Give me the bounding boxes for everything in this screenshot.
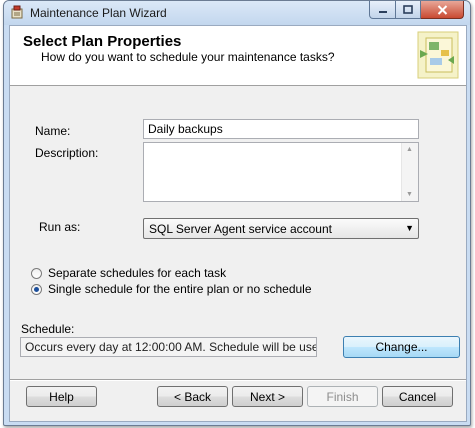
finish-button[interactable]: Finish [307,386,378,407]
minimize-button[interactable] [369,1,396,19]
chevron-down-icon: ▼ [405,223,414,233]
description-label: Description: [35,146,99,160]
maximize-button[interactable] [396,1,421,19]
page-subtitle: How do you want to schedule your mainten… [41,50,335,64]
scroll-up-icon[interactable]: ▲ [406,146,413,153]
scroll-down-icon[interactable]: ▼ [406,191,413,198]
help-button[interactable]: Help [26,386,97,407]
run-as-value: SQL Server Agent service account [149,222,332,236]
close-icon [437,4,447,15]
page-header: Select Plan Properties How do you want t… [10,26,466,86]
name-label: Name: [35,124,71,138]
schedule-description-field[interactable]: Occurs every day at 12:00:00 AM. Schedul… [20,337,317,357]
name-field[interactable]: Daily backups [143,119,419,139]
description-scrollbar[interactable]: ▲ ▼ [401,143,418,201]
wizard-banner-icon [417,31,459,79]
back-button[interactable]: < Back [157,386,228,407]
radio-button-selected[interactable] [31,283,42,295]
footer-divider [10,379,466,381]
run-as-select[interactable]: SQL Server Agent service account ▼ [143,218,419,239]
schedule-label: Schedule: [21,322,75,336]
change-schedule-button[interactable]: Change... [343,336,460,358]
run-as-label: Run as: [39,220,81,234]
radio-single-schedule[interactable]: Single schedule for the entire plan or n… [31,282,312,296]
close-button[interactable] [421,1,464,19]
window-title: Maintenance Plan Wizard [30,6,167,20]
next-button[interactable]: Next > [232,386,303,407]
radio-label: Single schedule for the entire plan or n… [48,282,312,296]
cancel-button[interactable]: Cancel [382,386,453,407]
title-bar[interactable]: Maintenance Plan Wizard [4,1,470,25]
window-controls [369,1,464,19]
app-icon [11,5,23,19]
minimize-icon [378,10,387,13]
maximize-icon [403,5,413,14]
description-field[interactable]: ▲ ▼ [143,142,419,202]
radio-label: Separate schedules for each task [48,266,227,280]
radio-separate-schedules[interactable]: Separate schedules for each task [31,266,226,280]
wizard-page: Select Plan Properties How do you want t… [9,25,467,422]
page-title: Select Plan Properties [23,33,182,50]
radio-button[interactable] [31,267,42,279]
wizard-window: Maintenance Plan Wizard Select Plan Prop… [3,0,471,426]
